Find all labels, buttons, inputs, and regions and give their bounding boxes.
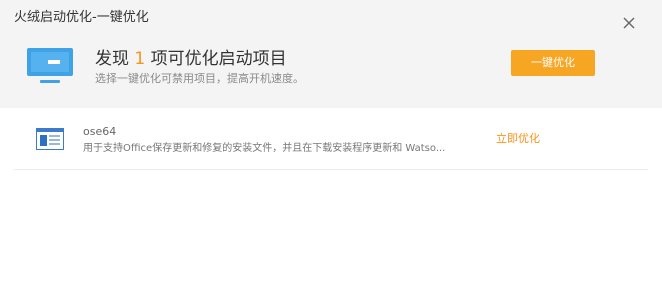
startup-optimizer-window: 火绒启动优化-一键优化 发现 1 项可优化启动项目 选择一键优化可禁用项目，提高… (0, 0, 662, 298)
monitor-icon (26, 46, 76, 90)
item-description: 用于支持Office保存更新和修复的安装文件，并且在下载安装程序更新和 Wats… (83, 143, 446, 154)
optimize-all-button[interactable]: 一键优化 (511, 50, 595, 76)
window-app-icon (36, 128, 64, 150)
headline-prefix: 发现 (95, 49, 135, 69)
title-bar: 火绒启动优化-一键优化 (0, 0, 662, 38)
item-name: ose64 (83, 125, 117, 138)
headline-suffix: 项可优化启动项目 (145, 49, 287, 69)
optimize-now-link[interactable]: 立即优化 (496, 132, 540, 146)
startup-item: ose64 用于支持Office保存更新和修复的安装文件，并且在下载安装程序更新… (14, 118, 648, 170)
summary-subtext: 选择一键优化可禁用项目，提高开机速度。 (95, 72, 304, 85)
window-title: 火绒启动优化-一键优化 (14, 10, 149, 25)
summary-header: 发现 1 项可优化启动项目 选择一键优化可禁用项目，提高开机速度。 一键优化 (0, 38, 662, 108)
optimizable-count: 1 (134, 49, 146, 69)
close-icon[interactable] (618, 12, 640, 34)
summary-headline: 发现 1 项可优化启动项目 (95, 48, 287, 70)
